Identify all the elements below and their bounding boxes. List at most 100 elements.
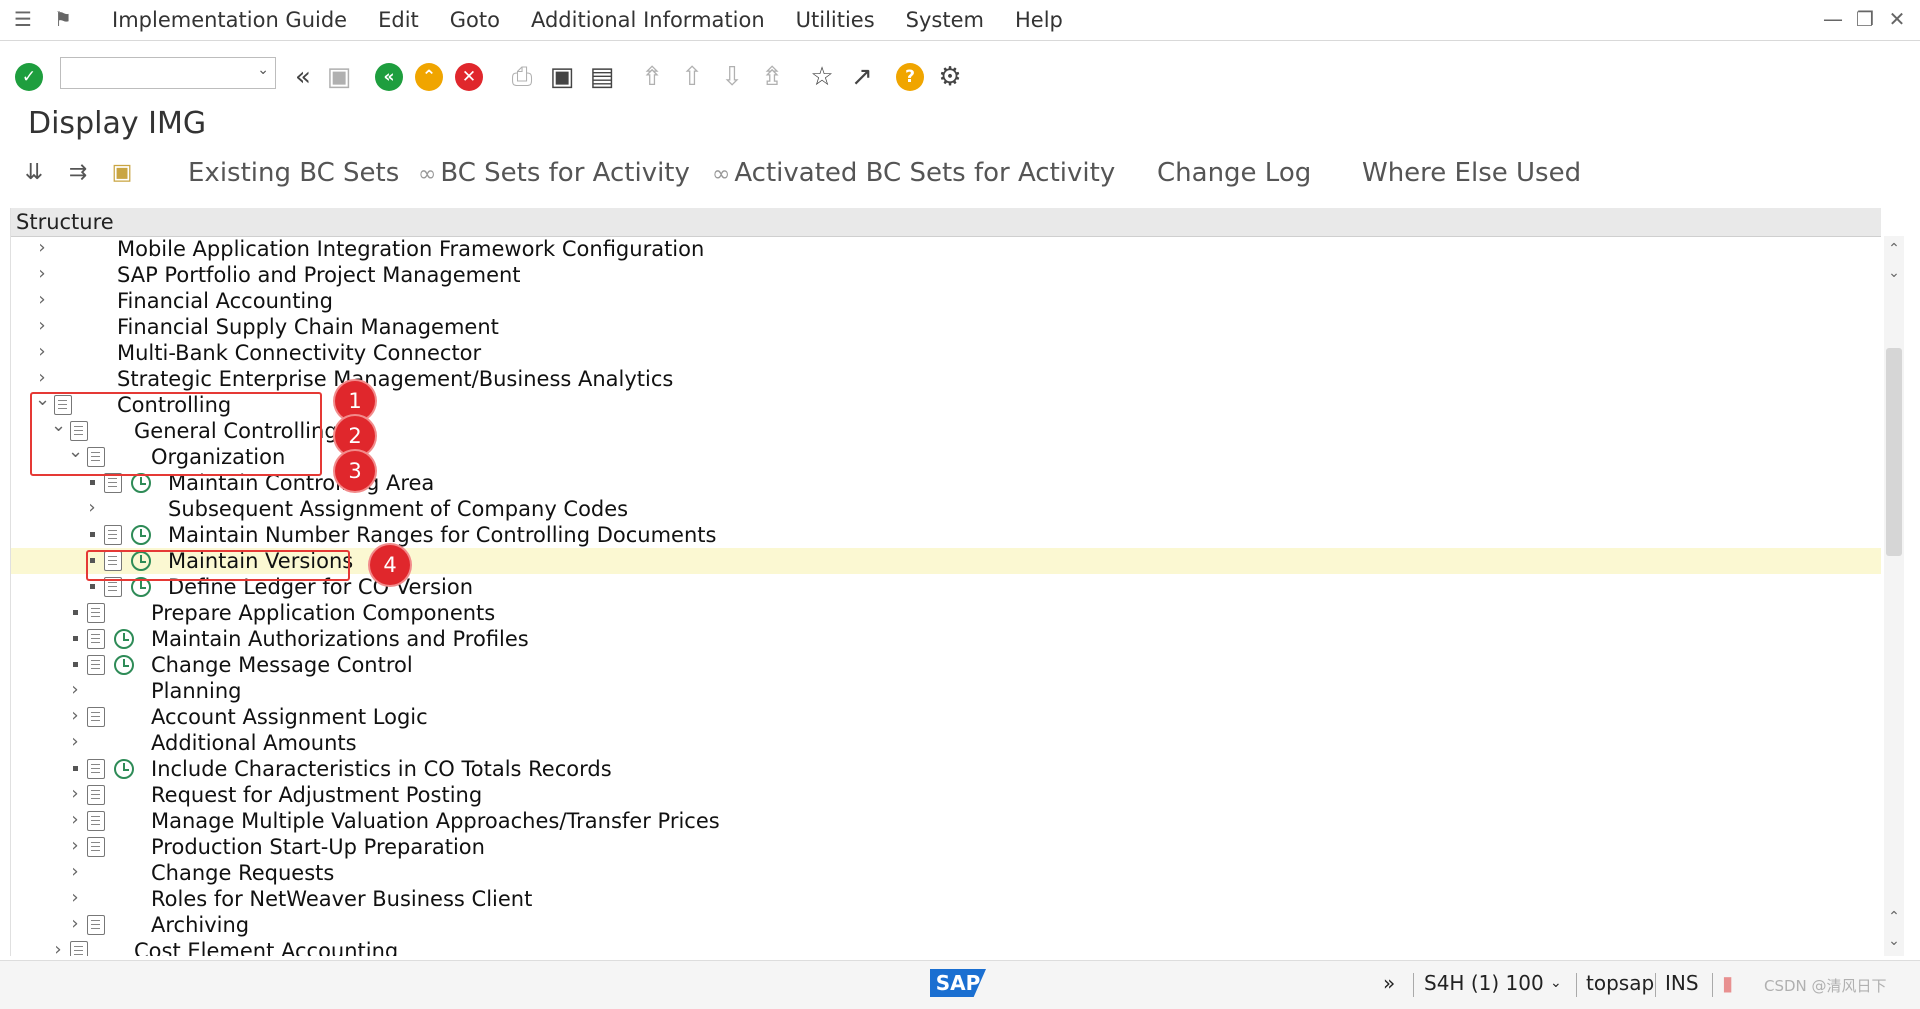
where-else-used-button[interactable]: Where Else Used <box>1362 150 1581 196</box>
menu-utilities[interactable]: Utilities <box>796 0 875 40</box>
create-session-icon[interactable]: ☆ <box>805 60 839 94</box>
find-next-icon[interactable]: ▤ <box>585 60 619 94</box>
execute-activity-icon[interactable] <box>131 473 151 493</box>
tree-node-label[interactable]: Account Assignment Logic <box>151 704 428 730</box>
tree-row[interactable]: Include Characteristics in CO Totals Rec… <box>11 756 1881 782</box>
expand-chevron-icon[interactable]: › <box>68 730 82 756</box>
tree-row[interactable]: › Mobile Application Integration Framewor… <box>11 236 1881 262</box>
tree-node-label[interactable]: Archiving <box>151 912 249 938</box>
expand-chevron-icon[interactable]: › <box>35 314 49 340</box>
find-icon[interactable]: ▣ <box>545 60 579 94</box>
expand-chevron-icon[interactable]: › <box>68 808 82 834</box>
green-back-icon[interactable]: « <box>372 60 406 94</box>
tree-node-label[interactable]: Subsequent Assignment of Company Codes <box>168 496 628 522</box>
tree-row[interactable]: › Production Start-Up Preparation <box>11 834 1881 860</box>
status-expand-icon[interactable]: » <box>1383 971 1395 995</box>
activated-bc-sets-button[interactable]: ∞ Activated BC Sets for Activity <box>712 150 1115 196</box>
first-page-icon[interactable]: ⇮ <box>635 60 669 94</box>
tree-node-label[interactable]: Change Requests <box>151 860 334 886</box>
enter-icon[interactable]: ✓ <box>12 60 46 94</box>
menu-additional-information[interactable]: Additional Information <box>531 0 765 40</box>
settings-icon[interactable]: ⚙ <box>933 60 967 94</box>
documentation-icon[interactable] <box>87 915 105 935</box>
bc-set-icon[interactable]: ▣ <box>106 157 138 189</box>
tree-node-label[interactable]: Financial Accounting <box>117 288 333 314</box>
exit-icon[interactable]: ⌃ <box>412 60 446 94</box>
execute-activity-icon[interactable] <box>131 525 151 545</box>
cancel-icon[interactable]: ✕ <box>452 60 486 94</box>
expand-chevron-icon[interactable]: › <box>85 496 99 522</box>
documentation-icon[interactable] <box>104 473 122 493</box>
tree-row[interactable]: › Request for Adjustment Posting <box>11 782 1881 808</box>
bc-sets-for-activity-button[interactable]: ∞ BC Sets for Activity <box>418 150 690 196</box>
documentation-icon[interactable] <box>104 525 122 545</box>
tree-node-label[interactable]: Roles for NetWeaver Business Client <box>151 886 532 912</box>
execute-activity-icon[interactable] <box>114 655 134 675</box>
tree-node-label[interactable]: Production Start-Up Preparation <box>151 834 485 860</box>
command-field[interactable]: ⌄ <box>60 57 276 89</box>
menu-icon[interactable]: ☰ <box>10 8 36 30</box>
tree-row[interactable]: Maintain Authorizations and Profiles <box>11 626 1881 652</box>
change-log-button[interactable]: Change Log <box>1157 150 1311 196</box>
tree-node-label[interactable]: Manage Multiple Valuation Approaches/Tra… <box>151 808 720 834</box>
documentation-icon[interactable] <box>87 811 105 831</box>
tree-row[interactable]: › Archiving <box>11 912 1881 938</box>
expand-chevron-icon[interactable]: › <box>35 262 49 288</box>
documentation-icon[interactable] <box>87 655 105 675</box>
tree-row[interactable]: › Planning <box>11 678 1881 704</box>
tree-row[interactable]: › Change Requests <box>11 860 1881 886</box>
documentation-icon[interactable] <box>87 629 105 649</box>
documentation-icon[interactable] <box>87 837 105 857</box>
expand-subtree-icon[interactable]: ⇉ <box>62 157 94 189</box>
tree-row[interactable]: › Manage Multiple Valuation Approaches/Tr… <box>11 808 1881 834</box>
menu-system[interactable]: System <box>906 0 984 40</box>
menu-help[interactable]: Help <box>1015 0 1063 40</box>
execute-activity-icon[interactable] <box>114 759 134 779</box>
documentation-icon[interactable] <box>70 941 88 956</box>
expand-chevron-icon[interactable]: › <box>68 782 82 808</box>
tree-node-label[interactable]: Request for Adjustment Posting <box>151 782 482 808</box>
tree-row[interactable]: Change Message Control <box>11 652 1881 678</box>
menu-implementation-guide[interactable]: Implementation Guide <box>112 0 347 40</box>
help-icon[interactable]: ? <box>893 60 927 94</box>
tree-row[interactable]: › Additional Amounts <box>11 730 1881 756</box>
minimize-icon[interactable]: — <box>1822 6 1844 32</box>
command-input[interactable] <box>65 59 249 89</box>
documentation-icon[interactable] <box>87 785 105 805</box>
tree-node-label[interactable]: Planning <box>151 678 241 704</box>
tree-node-label[interactable]: Mobile Application Integration Framework… <box>117 236 704 262</box>
tree-row[interactable]: › Strategic Enterprise Management/Busines… <box>11 366 1881 392</box>
tree-node-label[interactable]: SAP Portfolio and Project Management <box>117 262 521 288</box>
tree-row[interactable]: › Account Assignment Logic <box>11 704 1881 730</box>
scroll-down-icon[interactable]: ⌄ <box>1886 262 1902 284</box>
expand-chevron-icon[interactable]: › <box>35 288 49 314</box>
next-page-icon[interactable]: ⇩ <box>715 60 749 94</box>
tree-node-label[interactable]: Maintain Authorizations and Profiles <box>151 626 529 652</box>
save-icon[interactable]: ▣ <box>322 60 356 94</box>
restore-icon[interactable]: ❐ <box>1854 6 1876 32</box>
tree-node-label[interactable]: Additional Amounts <box>151 730 357 756</box>
expand-chevron-icon[interactable]: › <box>35 340 49 366</box>
last-page-icon[interactable]: ⇯ <box>755 60 789 94</box>
chevron-down-icon[interactable]: ⌄ <box>1550 975 1562 991</box>
expand-chevron-icon[interactable]: › <box>35 236 49 262</box>
tree-row[interactable]: › Roles for NetWeaver Business Client <box>11 886 1881 912</box>
tree-row[interactable]: › Multi-Bank Connectivity Connector <box>11 340 1881 366</box>
menu-edit[interactable]: Edit <box>378 0 419 40</box>
tree-node-label[interactable]: Maintain Number Ranges for Controlling D… <box>168 522 716 548</box>
expand-chevron-icon[interactable]: › <box>68 886 82 912</box>
close-icon[interactable]: ✕ <box>1886 6 1908 32</box>
chevron-down-icon[interactable]: ⌄ <box>257 62 269 78</box>
input-mode[interactable]: INS <box>1665 971 1699 995</box>
expand-chevron-icon[interactable]: › <box>68 678 82 704</box>
expand-chevron-icon[interactable]: › <box>68 912 82 938</box>
expand-chevron-icon[interactable]: › <box>68 704 82 730</box>
documentation-icon[interactable] <box>87 603 105 623</box>
scroll-up-icon[interactable]: ⌃ <box>1886 238 1902 260</box>
previous-page-icon[interactable]: ⇧ <box>675 60 709 94</box>
expand-chevron-icon[interactable]: › <box>68 834 82 860</box>
tree-row[interactable]: › SAP Portfolio and Project Management <box>11 262 1881 288</box>
vertical-scrollbar[interactable]: ⌃ ⌄ ⌃ ⌄ <box>1884 236 1904 956</box>
expand-chevron-icon[interactable]: › <box>68 860 82 886</box>
system-info[interactable]: S4H (1) 100 <box>1424 971 1544 995</box>
